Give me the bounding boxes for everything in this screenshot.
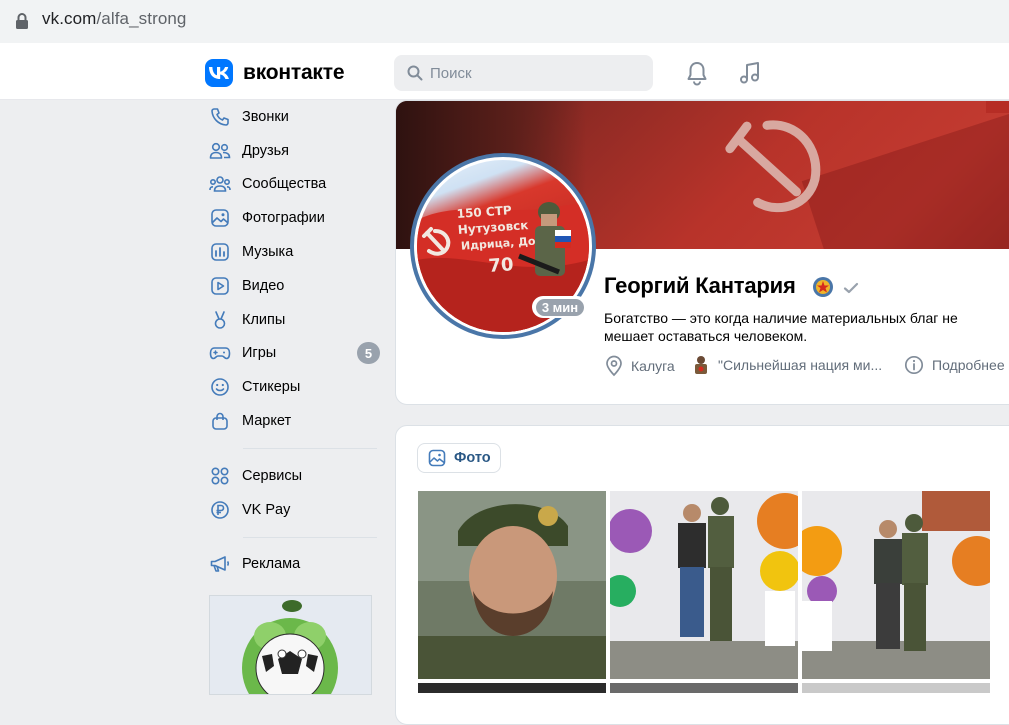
sidebar-item-label: Фотографии [242,210,325,227]
sidebar-item-label: Звонки [242,108,289,125]
phone-icon [208,105,232,129]
profile-status-text: Богатство — это когда наличие материальн… [604,310,958,344]
community-avatar-icon [695,356,707,374]
photo-thumbnail[interactable] [418,683,606,693]
sidebar-item-label: Сервисы [242,467,303,484]
games-icon [208,341,232,365]
games-counter-badge: 5 [357,342,380,365]
music-icon [208,240,232,264]
verified-check-icon [843,282,859,294]
photo-thumbnail[interactable] [802,491,990,679]
browser-address-bar: vk.com/alfa_strong [0,0,1009,43]
sidebar-item-ads[interactable]: Реклама [205,548,385,582]
clips-icon [208,308,232,332]
sidebar-item-label: Стикеры [242,379,301,396]
sidebar-item-stickers[interactable]: Стикеры [205,370,385,404]
left-sidebar: Звонки Друзья Сообщества Фотографии Музы… [205,100,385,581]
photo-thumbnail[interactable] [802,683,990,693]
sidebar-item-label: Видео [242,277,285,294]
vk-logo-icon [205,59,233,87]
sidebar-item-games[interactable]: Игры 5 [205,337,385,371]
url-text: vk.com/alfa_strong [42,9,187,28]
photo-thumbnail[interactable] [610,491,798,679]
sidebar-item-label: Маркет [242,413,292,430]
vk-logo[interactable]: вконтакте [205,59,344,87]
site-header: вконтакте [0,43,1009,100]
profile-community[interactable]: "Сильнейшая нация ми... [692,355,882,375]
video-icon [208,274,232,298]
sidebar-item-vkpay[interactable]: VK Pay [205,493,385,527]
bell-icon[interactable] [684,60,710,86]
photos-icon [208,206,232,230]
sidebar-item-label: Игры [242,345,277,362]
sidebar-item-photos[interactable]: Фотографии [205,201,385,235]
search-box[interactable] [394,55,653,91]
location-icon [606,355,622,377]
sidebar-item-label: Реклама [242,556,301,573]
profile-city[interactable]: Калуга [605,355,675,377]
market-icon [208,409,232,433]
photo-thumbnail[interactable] [610,683,798,693]
friends-icon [208,139,232,163]
sidebar-item-label: VK Pay [242,501,291,518]
url-field[interactable]: vk.com/alfa_strong [0,0,1009,40]
sidebar-item-label: Друзья [242,142,290,159]
sidebar-item-market[interactable]: Маркет [205,404,385,438]
sidebar-divider [243,536,377,538]
vk-logo-text: вконтакте [243,61,345,84]
stickers-icon [208,375,232,399]
sidebar-item-music[interactable]: Музыка [205,235,385,269]
search-icon [407,65,423,81]
sidebar-item-calls[interactable]: Звонки [205,100,385,134]
music-note-icon[interactable] [737,60,763,86]
megaphone-icon [208,552,232,576]
info-icon [904,355,924,375]
sidebar-ad-card[interactable] [209,595,372,695]
emoji-badge-icon[interactable] [811,275,835,299]
sidebar-item-label: Музыка [242,244,294,261]
communities-icon [208,172,232,196]
sidebar-item-services[interactable]: Сервисы [205,459,385,493]
sidebar-divider [243,447,377,449]
profile-name: Георгий Кантария [604,273,796,298]
svg-text:70: 70 [488,254,514,277]
profile-more-info-link[interactable]: Подробнее [904,355,1005,375]
search-input[interactable] [430,64,630,82]
photos-tab-label: Фото [454,450,491,466]
sidebar-item-clips[interactable]: Клипы [205,303,385,337]
sidebar-item-communities[interactable]: Сообщества [205,168,385,202]
photos-tab-button[interactable]: Фото [417,443,501,473]
sidebar-item-video[interactable]: Видео [205,269,385,303]
lock-icon [16,13,28,29]
sidebar-item-label: Клипы [242,311,286,328]
services-icon [208,464,232,488]
vkpay-icon [208,498,232,522]
photo-thumbnail[interactable] [418,491,606,679]
sidebar-item-friends[interactable]: Друзья [205,134,385,168]
photo-icon [428,449,446,467]
football-mascot-image [242,600,338,694]
sidebar-item-label: Сообщества [242,176,327,193]
online-status-badge: 3 мин [532,296,588,318]
